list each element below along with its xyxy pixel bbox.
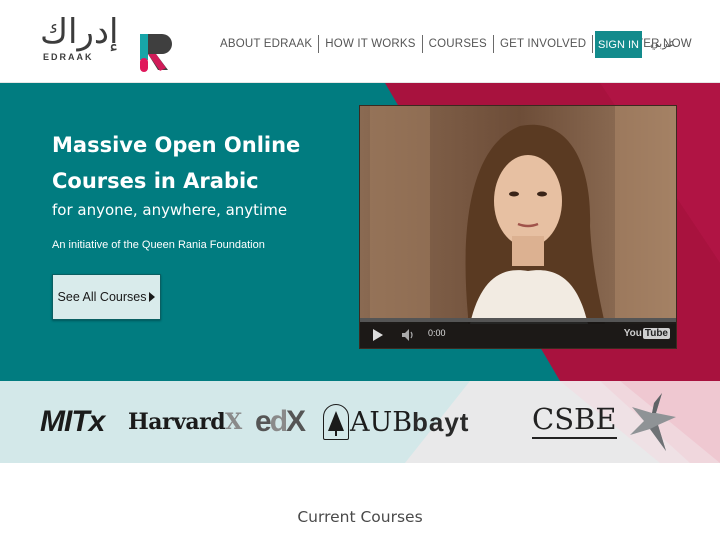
nav-how-it-works[interactable]: HOW IT WORKS <box>318 35 421 53</box>
aub-text: AUB <box>350 406 413 438</box>
sign-in-button[interactable]: SIGN IN <box>595 31 642 58</box>
hero-initiative-text: An initiative of the Queen Rania Foundat… <box>52 239 265 251</box>
partner-star-logo-icon[interactable] <box>626 381 680 463</box>
partner-bayt-logo[interactable]: bayt <box>412 381 469 463</box>
see-all-courses-button[interactable]: See All Courses <box>52 274 161 320</box>
partners-strip: MITx Harvard X edX AUB bayt CSBE <box>0 381 720 463</box>
aub-cedar-seal-icon <box>323 404 349 440</box>
logo-latin-text: EDRAAK <box>43 52 94 62</box>
video-frame-image <box>360 106 676 324</box>
partner-edx-logo[interactable]: edX <box>255 381 306 463</box>
video-controls: 0:00 You Tube <box>360 318 676 348</box>
nav-get-involved[interactable]: GET INVOLVED <box>492 35 592 53</box>
language-toggle[interactable]: عربي <box>650 37 675 50</box>
edraak-logo-mark-icon <box>140 34 172 72</box>
nav-courses[interactable]: COURSES <box>421 35 493 53</box>
current-courses-heading: Current Courses <box>297 508 423 526</box>
hero-subtitle: for anyone, anywhere, anytime <box>52 201 288 219</box>
partner-harvardx-logo[interactable]: Harvard X <box>128 381 242 463</box>
caret-right-icon <box>149 292 156 302</box>
video-player[interactable]: 0:00 You Tube <box>359 105 677 349</box>
nav-about-edraak[interactable]: ABOUT EDRAAK <box>214 35 318 53</box>
logo-arabic-text: إدراك <box>40 12 119 52</box>
partner-mitx-logo[interactable]: MITx <box>40 381 105 463</box>
site-header: إدراك EDRAAK ABOUT EDRAAK HOW IT WORKS C… <box>0 0 720 83</box>
hero-section: Massive Open Online Courses in Arabic fo… <box>0 83 720 381</box>
youtube-logo-icon[interactable]: You Tube <box>624 328 670 339</box>
volume-icon[interactable] <box>402 329 416 341</box>
hero-title: Massive Open Online Courses in Arabic <box>52 133 301 193</box>
video-time: 0:00 <box>428 328 446 338</box>
partner-csbe-logo[interactable]: CSBE <box>532 402 617 439</box>
partner-aub-logo[interactable]: AUB <box>323 381 412 463</box>
see-all-courses-label: See All Courses <box>57 290 147 304</box>
edraak-logo[interactable]: إدراك EDRAAK <box>40 12 175 74</box>
video-progress-bar[interactable] <box>360 318 676 322</box>
play-icon[interactable] <box>373 329 383 341</box>
